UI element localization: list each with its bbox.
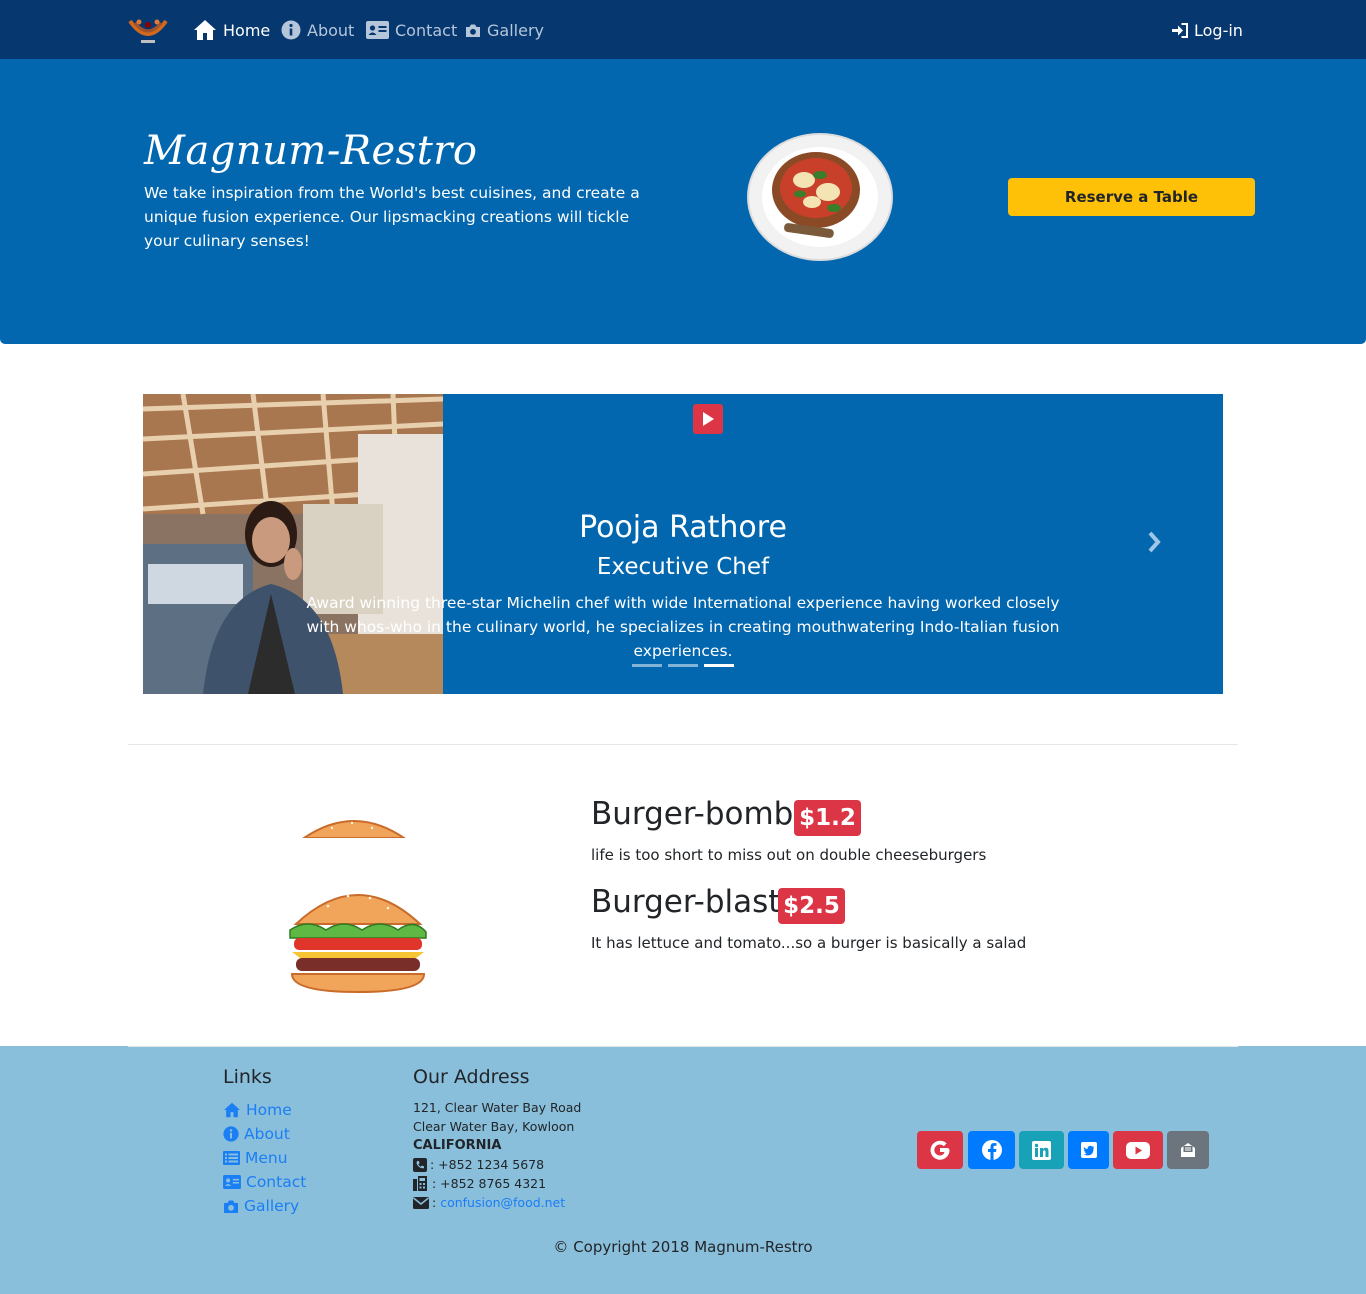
nav-login[interactable]: Log-in	[1172, 17, 1243, 43]
linkedin-button[interactable]	[1019, 1131, 1064, 1169]
chef-name: Pooja Rathore	[579, 510, 787, 545]
envelope-open-icon	[1181, 1143, 1195, 1157]
google-button[interactable]	[917, 1131, 963, 1169]
twitter-button[interactable]	[1068, 1131, 1109, 1169]
carousel-indicator[interactable]	[632, 664, 662, 667]
nav-home[interactable]: Home	[193, 17, 270, 43]
burger-image	[289, 894, 427, 994]
footer-link-label: Gallery	[244, 1197, 300, 1215]
camera-icon	[466, 24, 480, 37]
phone-row: : +852 1234 5678	[413, 1157, 544, 1172]
play-pause-button[interactable]	[693, 404, 723, 434]
nav-gallery[interactable]: Gallery	[465, 17, 544, 43]
play-icon	[703, 412, 714, 426]
youtube-button[interactable]	[1113, 1131, 1163, 1169]
mail-button[interactable]	[1167, 1131, 1209, 1169]
info-icon	[223, 1126, 239, 1142]
footer	[0, 1046, 1366, 1294]
address-heading: Our Address	[413, 1066, 530, 1088]
nav-gallery-label: Gallery	[487, 20, 544, 40]
footer-link-label: Home	[246, 1101, 292, 1119]
burger-image-top	[302, 820, 406, 838]
dish-description: life is too short to miss out on double …	[591, 846, 987, 864]
dish-name: Burger-blast	[591, 884, 781, 920]
email-prefix: :	[432, 1195, 437, 1210]
home-icon	[224, 1102, 240, 1118]
nav-about-label: About	[307, 20, 355, 40]
price-badge: $2.5	[778, 888, 845, 924]
links-heading: Links	[223, 1066, 272, 1088]
twitter-icon	[1080, 1142, 1097, 1158]
address-line: Clear Water Bay, Kowloon	[413, 1119, 575, 1134]
address-state: CALIFORNIA	[413, 1138, 502, 1153]
carousel-indicator-active[interactable]	[704, 664, 734, 667]
brand-title: Magnum-Restro	[144, 128, 478, 174]
jumbotron: Magnum-Restro We take inspiration from t…	[0, 59, 1366, 344]
footer-link-menu[interactable]: Menu	[223, 1147, 288, 1169]
footer-link-home[interactable]: Home	[223, 1099, 292, 1121]
linkedin-icon	[1032, 1140, 1051, 1160]
footer-link-contact[interactable]: Contact	[223, 1171, 306, 1193]
price-badge: $1.2	[794, 800, 861, 836]
envelope-icon	[413, 1196, 429, 1209]
address-card-icon	[223, 1175, 241, 1189]
dish-description: It has lettuce and tomato...so a burger …	[591, 934, 1027, 952]
section-divider	[128, 744, 1238, 745]
footer-link-label: About	[244, 1125, 290, 1143]
sign-in-icon	[1172, 22, 1188, 38]
dish-name: Burger-bomb	[591, 796, 794, 832]
nav-contact-label: Contact	[395, 20, 458, 40]
chef-role: Executive Chef	[596, 554, 770, 580]
leadership-carousel: Pooja Rathore Executive Chef Award winni…	[143, 394, 1223, 694]
footer-link-label: Menu	[245, 1149, 288, 1167]
carousel-indicator[interactable]	[668, 664, 698, 667]
dish-image	[747, 133, 893, 261]
nav-login-label: Log-in	[1194, 20, 1243, 40]
nav-contact[interactable]: Contact	[366, 17, 457, 43]
info-icon	[281, 20, 301, 40]
facebook-icon	[981, 1140, 1002, 1160]
footer-divider	[128, 1046, 1238, 1047]
footer-link-label: Contact	[246, 1173, 307, 1191]
email-link[interactable]: confusion@food.net	[440, 1195, 565, 1210]
carousel-next-icon[interactable]	[1143, 530, 1167, 554]
home-icon	[194, 20, 216, 40]
reserve-table-button[interactable]: Reserve a Table	[1008, 178, 1255, 216]
address-card-icon	[366, 21, 389, 39]
email-row: : confusion@food.net	[413, 1195, 565, 1210]
fax-row: : +852 8765 4321	[413, 1176, 546, 1191]
fax-number: : +852 8765 4321	[432, 1176, 547, 1191]
nav-about[interactable]: About	[281, 17, 354, 43]
phone-number: : +852 1234 5678	[430, 1157, 545, 1172]
list-icon	[223, 1151, 240, 1165]
restaurant-logo[interactable]	[127, 13, 169, 47]
youtube-icon	[1126, 1141, 1150, 1159]
camera-icon	[224, 1200, 238, 1213]
brand-description: We take inspiration from the World's bes…	[144, 184, 640, 250]
navbar: Home About Contact Gallery Log-in	[0, 0, 1366, 59]
chef-description: Award winning three-star Michelin chef w…	[306, 594, 1060, 660]
address-line: 121, Clear Water Bay Road	[413, 1100, 582, 1115]
facebook-button[interactable]	[968, 1131, 1015, 1169]
phone-icon	[413, 1157, 427, 1172]
footer-link-about[interactable]: About	[223, 1123, 290, 1145]
google-icon	[930, 1140, 950, 1160]
fax-icon	[413, 1176, 427, 1191]
footer-link-gallery[interactable]: Gallery	[223, 1195, 299, 1217]
copyright: © Copyright 2018 Magnum-Restro	[553, 1238, 813, 1256]
nav-home-label: Home	[223, 20, 271, 40]
